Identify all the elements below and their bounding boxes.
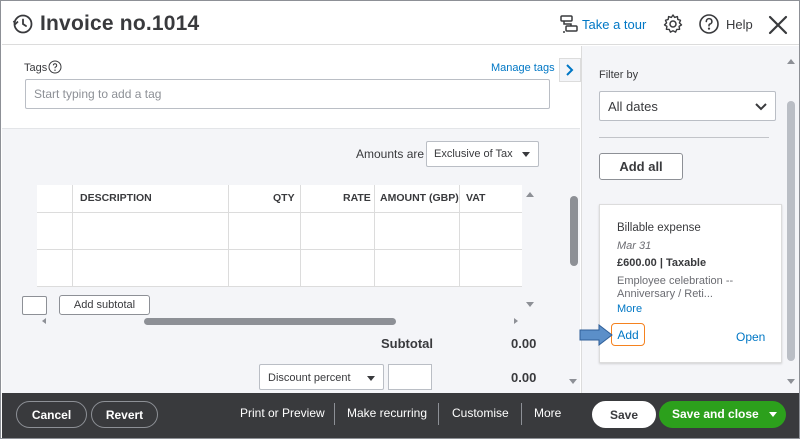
line-items-table: DESCRIPTION QTY RATE AMOUNT (GBP) VAT (37, 185, 522, 287)
vertical-scrollbar[interactable] (570, 196, 578, 266)
column-header-vat: VAT (466, 192, 486, 204)
tags-input[interactable] (25, 79, 550, 109)
table-col-divider (374, 185, 375, 287)
card-amount: £600.00 | Taxable (617, 257, 707, 269)
card-open-link[interactable]: Open (736, 330, 765, 344)
discount-type-select[interactable]: Discount percent (259, 364, 384, 390)
scroll-down-icon[interactable] (526, 302, 534, 307)
take-a-tour-link[interactable]: Take a tour (582, 17, 646, 32)
panel-divider (599, 137, 769, 138)
revert-button[interactable]: Revert (91, 401, 158, 428)
amounts-are-select[interactable]: Exclusive of Tax (426, 141, 539, 167)
column-header-qty: QTY (273, 192, 295, 204)
table-col-divider (459, 185, 460, 287)
footer-bar: Cancel Revert Print or Preview Make recu… (2, 393, 799, 438)
column-header-description: DESCRIPTION (80, 192, 152, 204)
card-more-link[interactable]: More (617, 303, 642, 315)
discount-type-value: Discount percent (268, 372, 351, 384)
column-header-amount: AMOUNT (GBP) (380, 192, 459, 204)
customise-link[interactable]: Customise (452, 406, 509, 420)
save-and-close-button[interactable]: Save and close (659, 401, 786, 428)
scroll-down-icon[interactable] (569, 379, 577, 384)
scroll-up-icon[interactable] (526, 192, 534, 197)
invoice-form: Tags Manage tags Amounts are Exclusive o… (2, 46, 580, 393)
tour-icon[interactable] (558, 13, 580, 35)
card-add-button[interactable]: Add (611, 323, 645, 346)
footer-separator (521, 403, 522, 425)
close-icon[interactable] (766, 13, 790, 37)
help-label[interactable]: Help (726, 17, 753, 32)
column-header-rate: RATE (343, 192, 371, 204)
table-col-divider (228, 185, 229, 287)
page-title: Invoice no.1014 (40, 12, 200, 35)
collapse-panel-button[interactable] (559, 58, 581, 82)
discount-value: 0.00 (511, 370, 537, 385)
pointer-arrow-icon (579, 324, 613, 346)
chevron-right-icon (566, 64, 574, 76)
table-row-divider (37, 286, 522, 287)
chevron-down-icon[interactable] (769, 412, 777, 417)
amounts-are-label: Amounts are (356, 147, 425, 161)
scroll-down-icon[interactable] (787, 379, 795, 384)
subtotal-value: 0.00 (511, 336, 537, 351)
discount-input[interactable] (388, 364, 432, 390)
add-to-invoice-panel: Filter by All dates Add all Billable exp… (581, 46, 799, 393)
filter-by-select[interactable]: All dates (599, 91, 776, 121)
add-lines-button[interactable] (22, 296, 47, 315)
chevron-down-icon (755, 103, 767, 111)
save-and-close-label: Save and close (672, 407, 759, 421)
save-button[interactable]: Save (592, 401, 656, 428)
chevron-down-icon (367, 376, 375, 381)
subtotal-label: Subtotal (381, 336, 433, 351)
tags-label: Tags (24, 62, 48, 74)
card-title: Billable expense (617, 222, 701, 234)
help-icon[interactable] (698, 13, 720, 35)
footer-separator (438, 403, 439, 425)
invoice-window: Invoice no.1014 Take a tour Help Tags Ma… (0, 0, 800, 439)
chevron-down-icon (522, 152, 530, 157)
horizontal-scrollbar[interactable] (144, 318, 396, 325)
card-description: Employee celebration -- Anniversary / Re… (617, 275, 734, 300)
card-date: Mar 31 (617, 240, 652, 252)
tags-info-icon[interactable] (48, 60, 62, 74)
manage-tags-link[interactable]: Manage tags (491, 62, 555, 74)
add-all-button[interactable]: Add all (599, 153, 683, 180)
footer-separator (334, 403, 335, 425)
filter-by-value: All dates (608, 99, 658, 114)
amounts-are-value: Exclusive of Tax (434, 148, 513, 160)
filter-by-label: Filter by (599, 69, 639, 81)
gear-icon[interactable] (662, 13, 684, 35)
history-icon[interactable] (12, 13, 34, 35)
table-col-divider (300, 185, 301, 287)
billable-expense-card: Billable expense Mar 31 £600.00 | Taxabl… (599, 204, 782, 363)
panel-vertical-scrollbar[interactable] (787, 101, 795, 361)
scroll-right-icon[interactable] (514, 318, 518, 324)
print-preview-link[interactable]: Print or Preview (240, 406, 325, 420)
make-recurring-link[interactable]: Make recurring (347, 406, 427, 420)
more-link[interactable]: More (534, 406, 561, 420)
header-bar: Invoice no.1014 Take a tour Help (2, 2, 799, 45)
add-subtotal-button[interactable]: Add subtotal (59, 295, 150, 315)
cancel-button[interactable]: Cancel (16, 401, 87, 428)
table-cell-description[interactable] (73, 250, 228, 286)
scroll-left-icon[interactable] (42, 318, 46, 324)
scroll-up-icon[interactable] (787, 59, 795, 64)
table-cell-description[interactable] (73, 213, 228, 249)
